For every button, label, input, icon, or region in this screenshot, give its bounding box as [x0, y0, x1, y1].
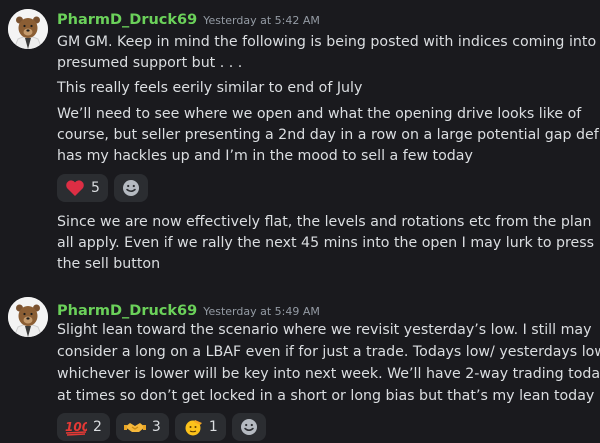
username[interactable]: PharmD_Druck69 — [57, 12, 197, 28]
message-text-line: all apply. Even if we rally the next 45 … — [57, 235, 595, 251]
message-text-line: GM GM. Keep in mind the following is bei… — [57, 34, 597, 50]
saluting-face-emoji-icon — [185, 420, 202, 436]
heart-emoji-icon — [66, 180, 84, 196]
reaction-count: 1 — [208, 419, 218, 435]
smiley-add-icon — [240, 419, 257, 435]
add-reaction-button[interactable] — [113, 174, 148, 202]
avatar[interactable] — [8, 297, 48, 337]
timestamp: Yesterday at 5:42 AM — [203, 14, 320, 27]
message-text-line: the sell button — [57, 256, 161, 272]
message-text-line: We’ll need to see where we open and what… — [57, 106, 582, 122]
message-header: PharmD_Druck69 Yesterday at 5:49 AM — [57, 300, 320, 319]
message-text-line: This really feels eerily similar to end … — [57, 80, 363, 96]
smiley-add-icon — [122, 180, 139, 196]
bear-avatar-icon — [8, 9, 48, 49]
message-text-line: whichever is lower will be key into next… — [57, 366, 600, 382]
timestamp: Yesterday at 5:49 AM — [203, 305, 320, 318]
avatar[interactable] — [8, 9, 48, 49]
handshake-emoji-icon — [123, 423, 146, 432]
reaction-bar: 5 — [57, 174, 148, 202]
reaction-saluting-face[interactable]: 1 — [174, 413, 226, 441]
message-header: PharmD_Druck69 Yesterday at 5:42 AM — [57, 9, 320, 28]
message-text-line: Slight lean toward the scenario where we… — [57, 322, 592, 338]
reaction-count: 5 — [91, 180, 100, 196]
message-text-line: Since we are now effectively flat, the l… — [57, 214, 592, 230]
bear-avatar-icon — [8, 297, 48, 337]
reaction-heart[interactable]: 5 — [57, 174, 108, 202]
message-text-line: at times so don’t get locked in a short … — [57, 388, 595, 404]
reaction-hundred[interactable]: 100 2 — [57, 413, 110, 441]
add-reaction-button[interactable] — [231, 413, 266, 441]
username[interactable]: PharmD_Druck69 — [57, 303, 197, 319]
reaction-count: 2 — [93, 419, 102, 435]
reaction-count: 3 — [151, 419, 161, 435]
message-text-line: presumed support but . . . — [57, 55, 243, 71]
chat-messages: PharmD_Druck69 Yesterday at 5:42 AM GM GM… — [0, 0, 600, 443]
message-text-line: consider a long on a LBAF even if for ju… — [57, 344, 600, 360]
reaction-handshake[interactable]: 3 — [115, 413, 169, 441]
reaction-bar: 100 2 3 — [57, 413, 266, 441]
message-text-line: course, but seller presenting a 2nd day … — [57, 127, 599, 143]
message-text-line: has my hackles up and I’m in the mood to… — [57, 148, 473, 164]
hundred-points-emoji-icon: 100 — [65, 420, 87, 436]
